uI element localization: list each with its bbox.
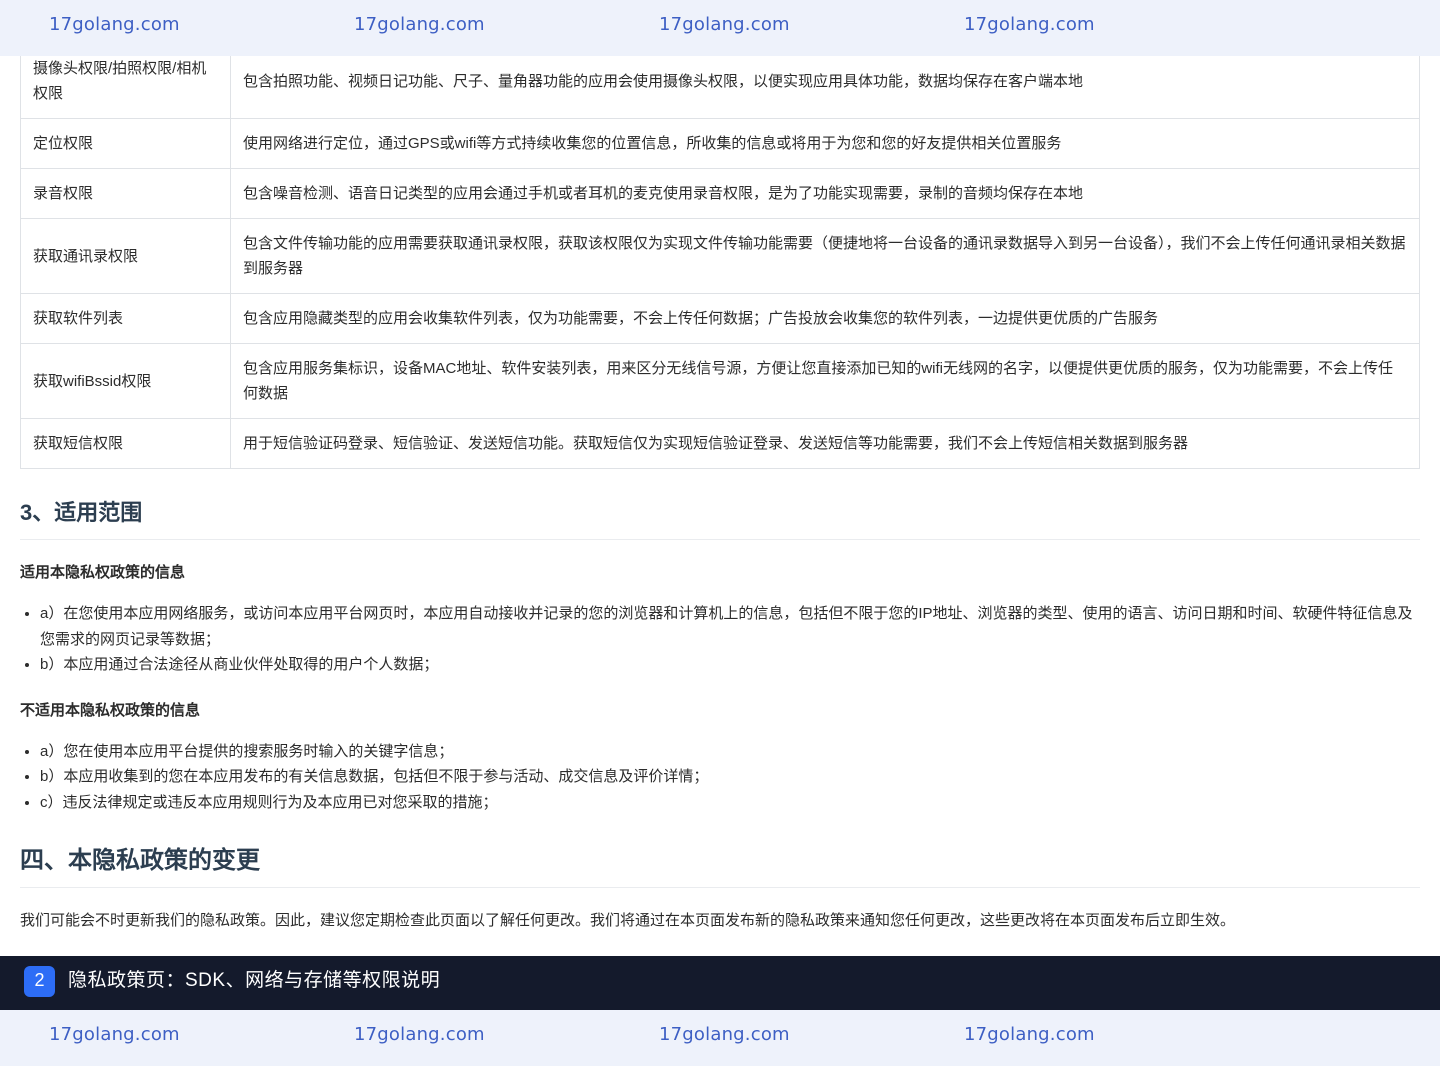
permission-name: 录音权限 — [20, 168, 231, 219]
list-item: b）本应用通过合法途径从商业伙伴处取得的用户个人数据； — [40, 652, 1420, 678]
permission-description: 使用网络进行定位，通过GPS或wifi等方式持续收集您的位置信息，所收集的信息或… — [230, 118, 1420, 169]
watermark-bar-top: 17golang.com 17golang.com 17golang.com 1… — [0, 0, 1440, 56]
permission-name: 获取wifiBssid权限 — [20, 343, 231, 419]
table-row: 摄像头权限/拍照权限/相机权限 包含拍照功能、视频日记功能、尺子、量角器功能的应… — [20, 56, 1420, 119]
watermark-text: 17golang.com — [354, 1024, 485, 1045]
watermark-text: 17golang.com — [964, 14, 1095, 35]
table-row: 定位权限 使用网络进行定位，通过GPS或wifi等方式持续收集您的位置信息，所收… — [20, 118, 1420, 169]
list-item: a）您在使用本应用平台提供的搜索服务时输入的关键字信息； — [40, 739, 1420, 765]
applicable-info-title: 适用本隐私权政策的信息 — [20, 564, 186, 581]
applicable-info-list: a）在您使用本应用网络服务，或访问本应用平台网页时，本应用自动接收并记录的您的浏… — [20, 601, 1420, 678]
caption-bar: 2 隐私政策页：SDK、网络与存储等权限说明 — [0, 956, 1440, 1010]
caption-number-badge: 2 — [24, 966, 55, 997]
table-row: 获取软件列表 包含应用隐藏类型的应用会收集软件列表，仅为功能需要，不会上传任何数… — [20, 293, 1420, 344]
permission-description: 包含应用隐藏类型的应用会收集软件列表，仅为功能需要，不会上传任何数据；广告投放会… — [230, 293, 1420, 344]
page-content: 摄像头权限/拍照权限/相机权限 包含拍照功能、视频日记功能、尺子、量角器功能的应… — [20, 56, 1420, 956]
permission-description: 包含噪音检测、语音日记类型的应用会通过手机或者耳机的麦克使用录音权限，是为了功能… — [230, 168, 1420, 219]
list-item: b）本应用收集到的您在本应用发布的有关信息数据，包括但不限于参与活动、成交信息及… — [40, 764, 1420, 790]
list-item: a）在您使用本应用网络服务，或访问本应用平台网页时，本应用自动接收并记录的您的浏… — [40, 601, 1420, 652]
permission-name: 定位权限 — [20, 118, 231, 169]
permissions-table: 摄像头权限/拍照权限/相机权限 包含拍照功能、视频日记功能、尺子、量角器功能的应… — [20, 56, 1420, 469]
permission-name: 获取软件列表 — [20, 293, 231, 344]
caption-title: 隐私政策页：SDK、网络与存储等权限说明 — [68, 970, 441, 991]
table-row: 录音权限 包含噪音检测、语音日记类型的应用会通过手机或者耳机的麦克使用录音权限，… — [20, 168, 1420, 219]
watermark-text: 17golang.com — [659, 14, 790, 35]
section-heading-scope: 3、适用范围 — [20, 499, 1420, 540]
table-row: 获取短信权限 用于短信验证码登录、短信验证、发送短信功能。获取短信仅为实现短信验… — [20, 418, 1420, 469]
watermark-bar-bottom: 17golang.com 17golang.com 17golang.com 1… — [0, 1010, 1440, 1066]
table-row: 获取通讯录权限 包含文件传输功能的应用需要获取通讯录权限，获取该权限仅为实现文件… — [20, 218, 1420, 294]
permission-name: 摄像头权限/拍照权限/相机权限 — [20, 56, 231, 119]
watermark-text: 17golang.com — [49, 1024, 180, 1045]
list-item: c）违反法律规定或违反本应用规则行为及本应用已对您采取的措施； — [40, 790, 1420, 816]
policy-changes-text: 我们可能会不时更新我们的隐私政策。因此，建议您定期检查此页面以了解任何更改。我们… — [20, 912, 1236, 929]
not-applicable-info-title: 不适用本隐私权政策的信息 — [20, 701, 201, 719]
permission-name: 获取通讯录权限 — [20, 218, 231, 294]
table-row: 获取wifiBssid权限 包含应用服务集标识，设备MAC地址、软件安装列表，用… — [20, 343, 1420, 419]
watermark-text: 17golang.com — [354, 14, 485, 35]
permission-description: 包含文件传输功能的应用需要获取通讯录权限，获取该权限仅为实现文件传输功能需要（便… — [230, 218, 1420, 294]
permission-name: 获取短信权限 — [20, 418, 231, 469]
permission-description: 包含应用服务集标识，设备MAC地址、软件安装列表，用来区分无线信号源，方便让您直… — [230, 343, 1420, 419]
watermark-text: 17golang.com — [659, 1024, 790, 1045]
section-heading-policy-changes: 四、本隐私政策的变更 — [20, 845, 1420, 888]
watermark-text: 17golang.com — [964, 1024, 1095, 1045]
permission-description: 包含拍照功能、视频日记功能、尺子、量角器功能的应用会使用摄像头权限，以便实现应用… — [230, 56, 1420, 119]
not-applicable-info-list: a）您在使用本应用平台提供的搜索服务时输入的关键字信息； b）本应用收集到的您在… — [20, 739, 1420, 816]
watermark-text: 17golang.com — [49, 14, 180, 35]
permission-description: 用于短信验证码登录、短信验证、发送短信功能。获取短信仅为实现短信验证登录、发送短… — [230, 418, 1420, 469]
